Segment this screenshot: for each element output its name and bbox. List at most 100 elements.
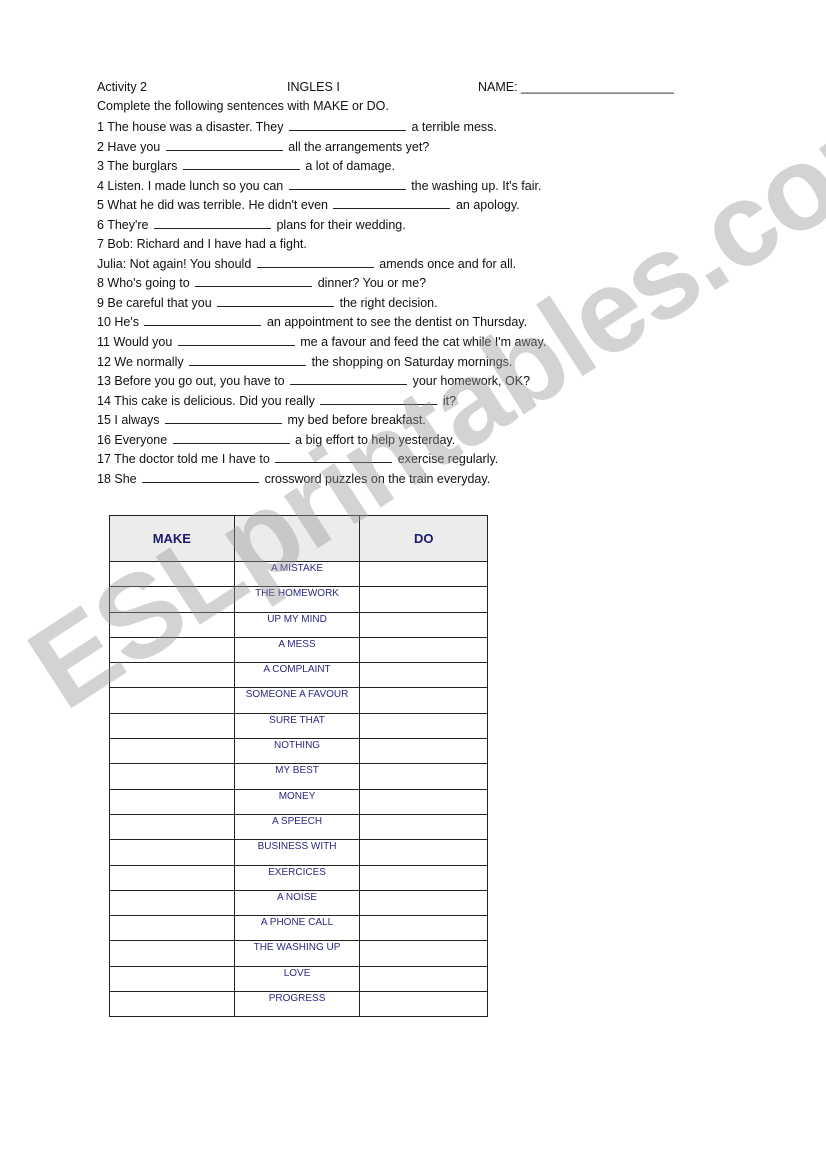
sentence-text-before: 12 We normally [97, 354, 184, 369]
sentence-text-before: 14 This cake is delicious. Did you reall… [97, 393, 315, 408]
course-label: INGLES I [287, 80, 340, 94]
answer-blank[interactable] [333, 197, 451, 210]
make-answer-cell[interactable] [109, 611, 235, 638]
sentence-text-after: crossword puzzles on the train everyday. [264, 471, 491, 486]
make-answer-cell[interactable] [109, 662, 235, 689]
make-answer-cell[interactable] [109, 763, 235, 790]
sentence-item: 4 Listen. I made lunch so you can the wa… [97, 177, 546, 197]
sentence-item: 13 Before you go out, you have to your h… [97, 372, 546, 392]
sentence-item: 15 I always my bed before breakfast. [97, 411, 546, 431]
answer-blank[interactable] [144, 314, 262, 327]
do-answer-cell[interactable] [359, 788, 488, 815]
do-answer-cell[interactable] [359, 738, 488, 765]
answer-blank[interactable] [195, 275, 313, 288]
sentence-text-after: amends once and for all. [379, 256, 517, 271]
sentence-text-before: 9 Be careful that you [97, 295, 212, 310]
table-row: EXERCICES [109, 864, 488, 891]
make-answer-cell[interactable] [109, 915, 235, 942]
table-row: SOMEONE A FAVOUR [109, 687, 488, 714]
phrase-cell: A MESS [233, 636, 361, 664]
sentence-text-after: the right decision. [339, 295, 438, 310]
make-answer-cell[interactable] [109, 738, 235, 765]
sentence-item: 16 Everyone a big effort to help yesterd… [97, 431, 546, 451]
phrase-cell: LOVE [233, 965, 361, 993]
answer-blank[interactable] [172, 432, 290, 444]
sentence-text-before: 13 Before you go out, you have to [97, 374, 285, 389]
sentence-text-after: an appointment to see the dentist on Thu… [266, 315, 528, 330]
table-row: THE HOMEWORK [109, 586, 488, 613]
sentence-text-before: 1 The house was a disaster. They [97, 120, 284, 134]
make-answer-cell[interactable] [109, 687, 235, 714]
answer-blank[interactable] [290, 373, 408, 386]
sentence-text-after: me a favour and feed the cat while I'm a… [300, 335, 547, 350]
make-answer-cell[interactable] [109, 560, 235, 588]
phrase-cell: SOMEONE A FAVOUR [233, 687, 361, 714]
sentence-item: 17 The doctor told me I have to exercise… [97, 450, 546, 470]
answer-blank[interactable] [288, 178, 406, 190]
sentence-item: Julia: Not again! You should amends once… [97, 255, 546, 275]
do-answer-cell[interactable] [359, 560, 488, 588]
do-answer-cell[interactable] [359, 991, 488, 1018]
do-answer-cell[interactable] [359, 611, 488, 638]
make-answer-cell[interactable] [109, 813, 235, 841]
answer-blank[interactable] [177, 334, 295, 347]
do-answer-cell[interactable] [359, 586, 488, 613]
make-answer-cell[interactable] [109, 889, 235, 917]
table-row: A MESS [109, 636, 488, 664]
answer-blank[interactable] [165, 139, 283, 151]
sentence-item: 2 Have you all the arrangements yet? [97, 138, 546, 158]
make-answer-cell[interactable] [109, 940, 235, 967]
do-answer-cell[interactable] [359, 889, 488, 917]
do-answer-cell[interactable] [359, 813, 488, 841]
make-answer-cell[interactable] [109, 864, 235, 891]
answer-blank[interactable] [165, 412, 283, 425]
do-answer-cell[interactable] [359, 915, 488, 942]
phrase-cell: THE HOMEWORK [233, 586, 361, 613]
sentence-item: 18 She crossword puzzles on the train ev… [97, 470, 546, 490]
answer-blank[interactable] [153, 217, 271, 229]
make-answer-cell[interactable] [109, 965, 235, 993]
answer-blank[interactable] [142, 471, 260, 483]
make-answer-cell[interactable] [109, 586, 235, 613]
answer-blank[interactable] [275, 451, 393, 464]
do-answer-cell[interactable] [359, 636, 488, 664]
sentence-text-before: 15 I always [97, 413, 160, 428]
do-answer-cell[interactable] [359, 763, 488, 790]
sentence-text-after: the shopping on Saturday mornings. [311, 354, 513, 369]
do-answer-cell[interactable] [359, 662, 488, 689]
phrase-cell: MONEY [233, 788, 361, 815]
answer-blank[interactable] [256, 256, 374, 268]
do-answer-cell[interactable] [359, 712, 488, 740]
phrase-cell: A NOISE [233, 889, 361, 917]
sentence-text-before: Julia: Not again! You should [97, 256, 252, 271]
sentence-text-after: it? [442, 393, 457, 408]
answer-blank[interactable] [320, 393, 438, 405]
table-row: NOTHING [109, 738, 488, 765]
make-answer-cell[interactable] [109, 991, 235, 1018]
do-answer-cell[interactable] [359, 864, 488, 891]
make-answer-cell[interactable] [109, 788, 235, 815]
make-answer-cell[interactable] [109, 636, 235, 664]
table-row: SURE THAT [109, 712, 488, 740]
answer-blank[interactable] [288, 119, 406, 131]
table-row: MY BEST [109, 763, 488, 790]
instructions: Complete the following sentences with MA… [97, 99, 389, 113]
phrase-column-header [233, 515, 361, 562]
worksheet-header: Activity 2 INGLES I NAME: ______________… [97, 80, 697, 98]
answer-blank[interactable] [189, 354, 307, 366]
do-answer-cell[interactable] [359, 687, 488, 714]
phrase-cell: A COMPLAINT [233, 662, 361, 689]
do-answer-cell[interactable] [359, 965, 488, 993]
answer-blank[interactable] [217, 295, 335, 307]
phrase-cell: EXERCICES [233, 864, 361, 891]
do-answer-cell[interactable] [359, 940, 488, 967]
make-answer-cell[interactable] [109, 839, 235, 866]
answer-blank[interactable] [182, 158, 300, 171]
sentence-text-before: 3 The burglars [97, 159, 178, 174]
sentence-item: 1 The house was a disaster. They a terri… [97, 118, 546, 138]
make-column-header: MAKE [109, 515, 235, 562]
do-answer-cell[interactable] [359, 839, 488, 866]
sentence-text-before: 4 Listen. I made lunch so you can [97, 178, 284, 193]
phrase-cell: NOTHING [233, 738, 361, 765]
make-answer-cell[interactable] [109, 712, 235, 740]
